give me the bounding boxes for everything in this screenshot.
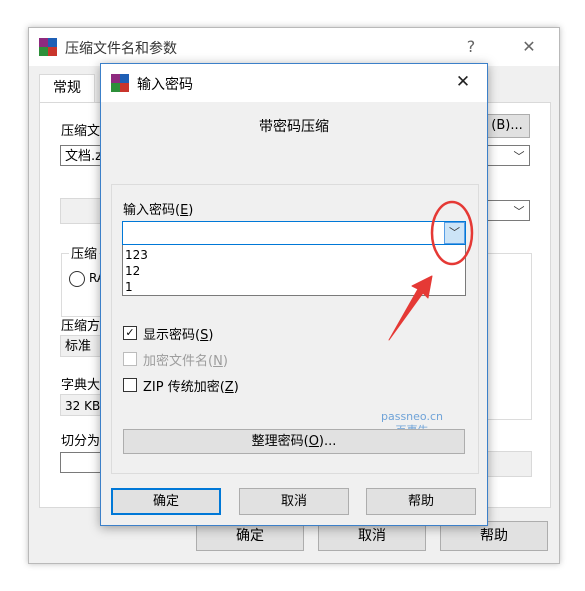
highlight-circle xyxy=(430,200,474,266)
red-arrow-icon xyxy=(388,275,433,341)
annotation-overlay xyxy=(388,200,474,341)
